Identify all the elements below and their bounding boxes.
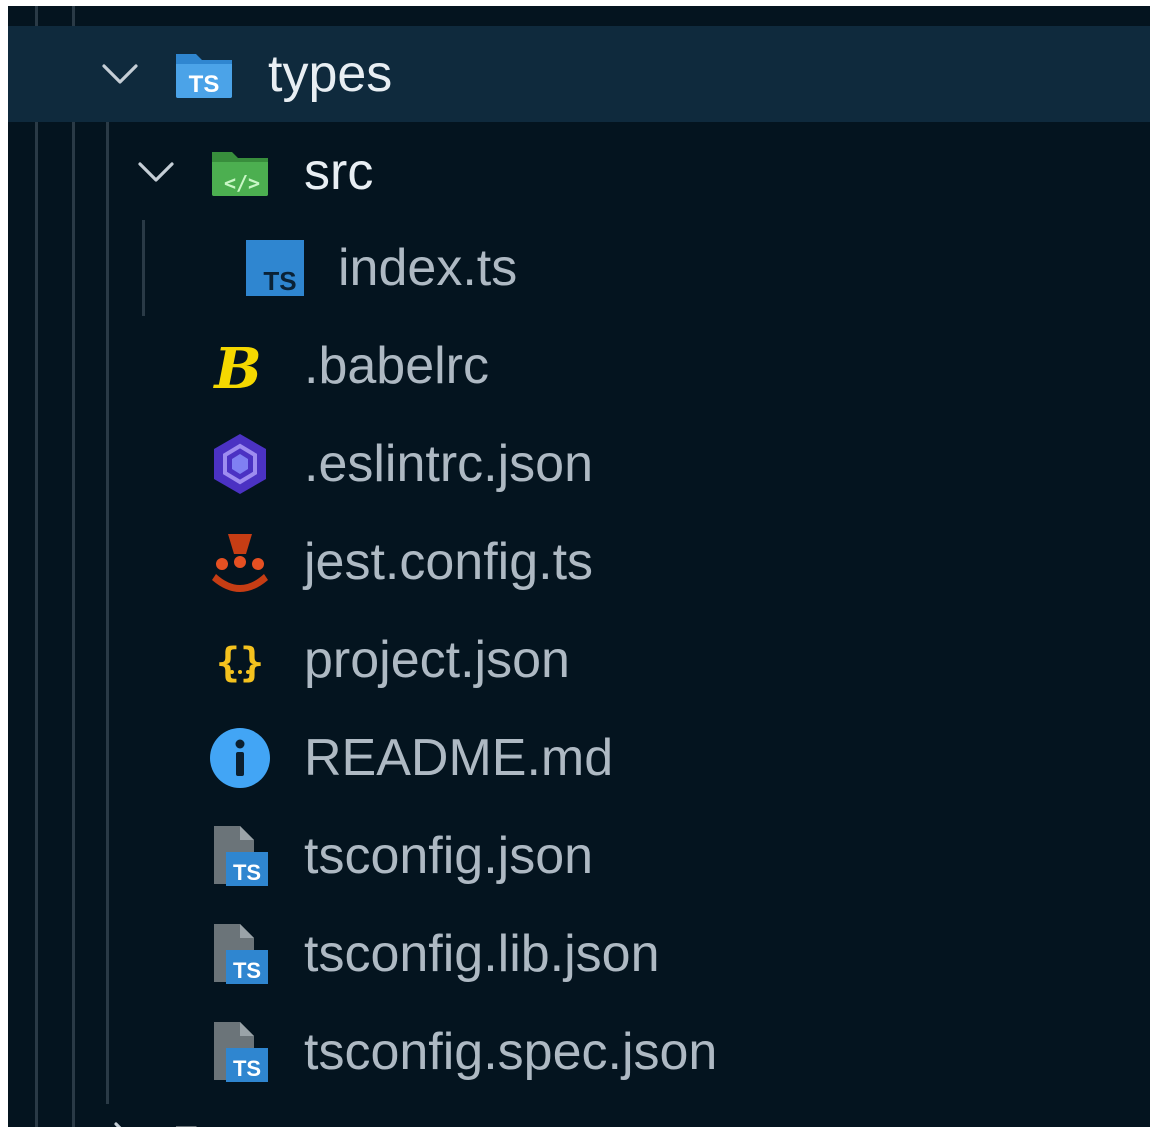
tsconfig-icon: TS (214, 1022, 268, 1082)
svg-text:TS: TS (233, 1056, 261, 1081)
tree-item-label: types (268, 45, 393, 103)
jest-icon (212, 534, 268, 592)
tree-item-src-folder[interactable]: </> src (8, 124, 1150, 220)
json-icon: {} (216, 640, 264, 686)
tree-item-project-json[interactable]: {} project.json (8, 612, 1150, 708)
tree-item-label: tsconfig.json (304, 827, 594, 885)
chevron-right-icon[interactable] (104, 1120, 144, 1127)
folder-typescript-icon: TS (176, 54, 232, 98)
babel-icon: B (212, 336, 261, 398)
info-icon (210, 728, 270, 788)
tree-item-label: src (304, 143, 374, 201)
chevron-down-icon[interactable] (136, 152, 176, 192)
tree-item-index-ts[interactable]: TS index.ts (8, 220, 1150, 316)
tree-item-tsconfig[interactable]: TS tsconfig.json (8, 808, 1150, 904)
tree-item-label: .eslintrc.json (304, 435, 593, 493)
svg-text:B: B (212, 336, 261, 398)
svg-text:TS: TS (233, 958, 261, 983)
eslint-icon (214, 434, 266, 494)
tree-item-babelrc[interactable]: B .babelrc (8, 318, 1150, 414)
svg-text:</>: </> (224, 171, 260, 195)
folder-src-icon: </> (212, 152, 268, 196)
tree-item-label: README.md (304, 729, 614, 787)
tree-item-readme[interactable]: README.md (8, 710, 1150, 806)
tree-item-label: index.ts (338, 239, 518, 297)
tsconfig-icon: TS (214, 826, 268, 886)
typescript-file-icon: TS (246, 240, 304, 296)
svg-text:TS: TS (263, 266, 296, 296)
tree-item-label: tsconfig.lib.json (304, 925, 660, 983)
chevron-down-icon[interactable] (100, 54, 140, 94)
tree-item-jest-config[interactable]: jest.config.ts (8, 514, 1150, 610)
tree-item-tsconfig-lib[interactable]: TS tsconfig.lib.json (8, 906, 1150, 1002)
tree-item-tsconfig-spec[interactable]: TS tsconfig.spec.json (8, 1004, 1150, 1100)
tree-item-next-partial[interactable] (8, 1110, 1150, 1127)
tree-item-label: .babelrc (304, 337, 489, 395)
tree-item-eslintrc[interactable]: .eslintrc.json (8, 416, 1150, 512)
svg-text:{}: {} (216, 640, 264, 686)
svg-text:TS: TS (189, 71, 220, 98)
folder-icon (176, 1126, 197, 1127)
tree-item-types-folder[interactable]: TS types (8, 26, 1150, 122)
file-explorer: TS types </> src TS index.ts B .babelrc (8, 6, 1150, 1127)
tsconfig-icon: TS (214, 924, 268, 984)
tree-item-label: jest.config.ts (304, 533, 594, 591)
tree-item-label: tsconfig.spec.json (304, 1023, 718, 1081)
svg-text:TS: TS (233, 860, 261, 885)
tree-item-label: project.json (304, 631, 570, 689)
